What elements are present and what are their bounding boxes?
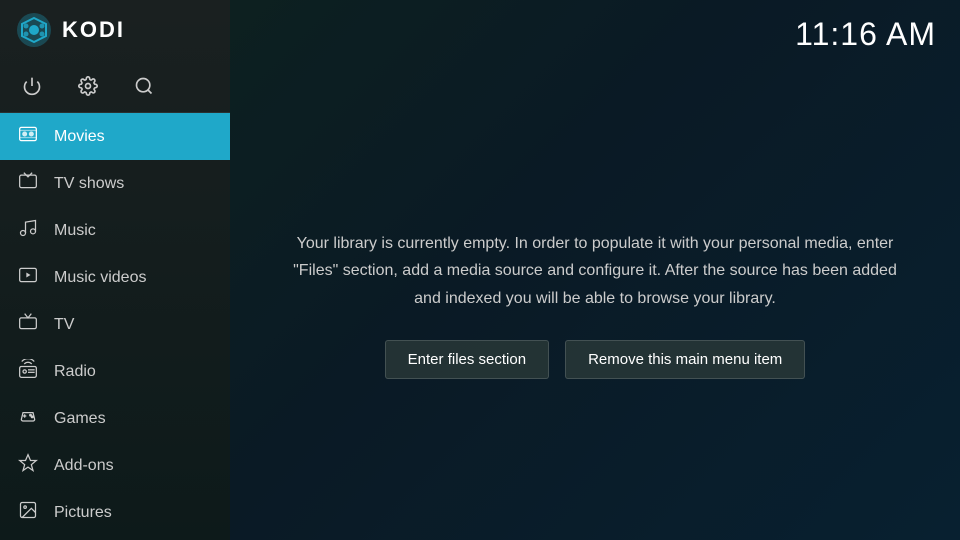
sidebar-item-add-ons[interactable]: Add-ons bbox=[0, 442, 230, 489]
sidebar-item-radio[interactable]: Radio bbox=[0, 348, 230, 395]
games-icon bbox=[16, 406, 40, 431]
games-label: Games bbox=[54, 410, 106, 428]
radio-icon bbox=[16, 359, 40, 384]
library-empty-text: Your library is currently empty. In orde… bbox=[290, 230, 900, 312]
pictures-label: Pictures bbox=[54, 504, 112, 522]
sidebar-item-pictures[interactable]: Pictures bbox=[0, 489, 230, 536]
settings-button[interactable] bbox=[72, 70, 104, 102]
kodi-logo-icon bbox=[16, 12, 52, 48]
action-buttons: Enter files section Remove this main men… bbox=[290, 340, 900, 379]
remove-menu-item-button[interactable]: Remove this main menu item bbox=[565, 340, 805, 379]
tv-shows-label: TV shows bbox=[54, 175, 124, 193]
sidebar-item-movies[interactable]: Movies bbox=[0, 113, 230, 160]
nav-menu: Movies TV shows Music bbox=[0, 113, 230, 540]
music-videos-label: Music videos bbox=[54, 269, 146, 287]
enter-files-button[interactable]: Enter files section bbox=[385, 340, 549, 379]
pictures-icon bbox=[16, 500, 40, 525]
sidebar-toolbar bbox=[0, 60, 230, 113]
movies-icon bbox=[16, 124, 40, 149]
sidebar-item-tv[interactable]: TV bbox=[0, 301, 230, 348]
sidebar-item-games[interactable]: Games bbox=[0, 395, 230, 442]
top-bar: 11:16 AM bbox=[230, 0, 960, 69]
sidebar-item-music-videos[interactable]: Music videos bbox=[0, 254, 230, 301]
music-icon bbox=[16, 218, 40, 243]
content-area: Your library is currently empty. In orde… bbox=[230, 69, 960, 540]
app-header: KODI bbox=[0, 0, 230, 60]
tv-icon bbox=[16, 312, 40, 337]
empty-library-message: Your library is currently empty. In orde… bbox=[290, 230, 900, 379]
music-label: Music bbox=[54, 222, 96, 240]
search-button[interactable] bbox=[128, 70, 160, 102]
power-button[interactable] bbox=[16, 70, 48, 102]
add-ons-label: Add-ons bbox=[54, 457, 114, 475]
tv-shows-icon bbox=[16, 171, 40, 196]
tv-label: TV bbox=[54, 316, 74, 334]
sidebar-item-music[interactable]: Music bbox=[0, 207, 230, 254]
app-title: KODI bbox=[62, 17, 125, 43]
music-videos-icon bbox=[16, 265, 40, 290]
sidebar-item-tv-shows[interactable]: TV shows bbox=[0, 160, 230, 207]
sidebar: KODI bbox=[0, 0, 230, 540]
movies-label: Movies bbox=[54, 128, 105, 146]
main-content: 11:16 AM Your library is currently empty… bbox=[230, 0, 960, 540]
clock-display: 11:16 AM bbox=[795, 16, 936, 53]
add-ons-icon bbox=[16, 453, 40, 478]
radio-label: Radio bbox=[54, 363, 96, 381]
